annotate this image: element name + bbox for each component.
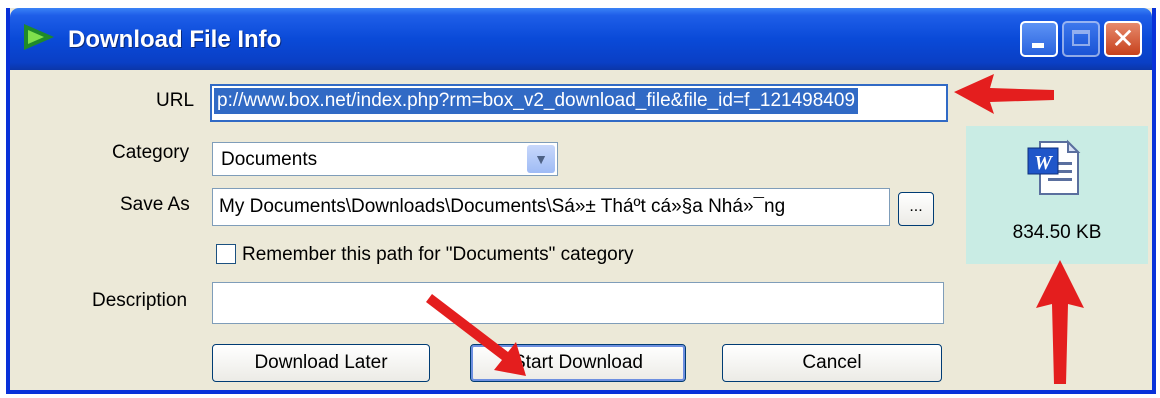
save-as-label: Save As bbox=[120, 194, 190, 215]
maximize-button[interactable] bbox=[1062, 21, 1100, 57]
word-document-icon: W bbox=[1027, 139, 1081, 195]
remember-path-checkbox[interactable] bbox=[216, 244, 236, 264]
description-label: Description bbox=[92, 290, 188, 311]
category-value: Documents bbox=[221, 149, 318, 170]
download-file-info-window: Download File Info ✕ URL p://www.box.net… bbox=[6, 8, 1156, 394]
window-title: Download File Info bbox=[68, 26, 282, 53]
minimize-button[interactable] bbox=[1020, 21, 1058, 57]
maximize-icon bbox=[1072, 30, 1090, 46]
minimize-icon bbox=[1032, 43, 1044, 48]
url-input[interactable]: p://www.box.net/index.php?rm=box_v2_down… bbox=[210, 84, 948, 122]
category-select[interactable]: Documents ▼ bbox=[212, 142, 558, 176]
start-download-button[interactable]: Start Download bbox=[470, 344, 686, 382]
category-label: Category bbox=[112, 142, 190, 163]
close-button[interactable]: ✕ bbox=[1104, 21, 1142, 57]
download-later-button[interactable]: Download Later bbox=[212, 344, 430, 382]
cancel-button[interactable]: Cancel bbox=[722, 344, 942, 382]
chevron-down-icon[interactable]: ▼ bbox=[527, 145, 555, 173]
url-label: URL bbox=[156, 90, 195, 111]
browse-button[interactable]: ... bbox=[898, 192, 934, 226]
title-bar[interactable]: Download File Info ✕ bbox=[10, 8, 1152, 70]
file-info-panel: W 834.50 KB bbox=[966, 126, 1148, 264]
save-as-value: My Documents\Downloads\Documents\Sá»± Th… bbox=[219, 196, 786, 217]
play-arrow-icon bbox=[24, 24, 54, 50]
close-icon: ✕ bbox=[1111, 22, 1135, 55]
save-as-input[interactable]: My Documents\Downloads\Documents\Sá»± Th… bbox=[212, 188, 890, 226]
url-value: p://www.box.net/index.php?rm=box_v2_down… bbox=[214, 88, 859, 114]
file-size: 834.50 KB bbox=[1012, 222, 1102, 243]
remember-path-label: Remember this path for "Documents" categ… bbox=[242, 244, 634, 265]
svg-text:W: W bbox=[1034, 152, 1053, 174]
description-input[interactable] bbox=[212, 282, 944, 324]
